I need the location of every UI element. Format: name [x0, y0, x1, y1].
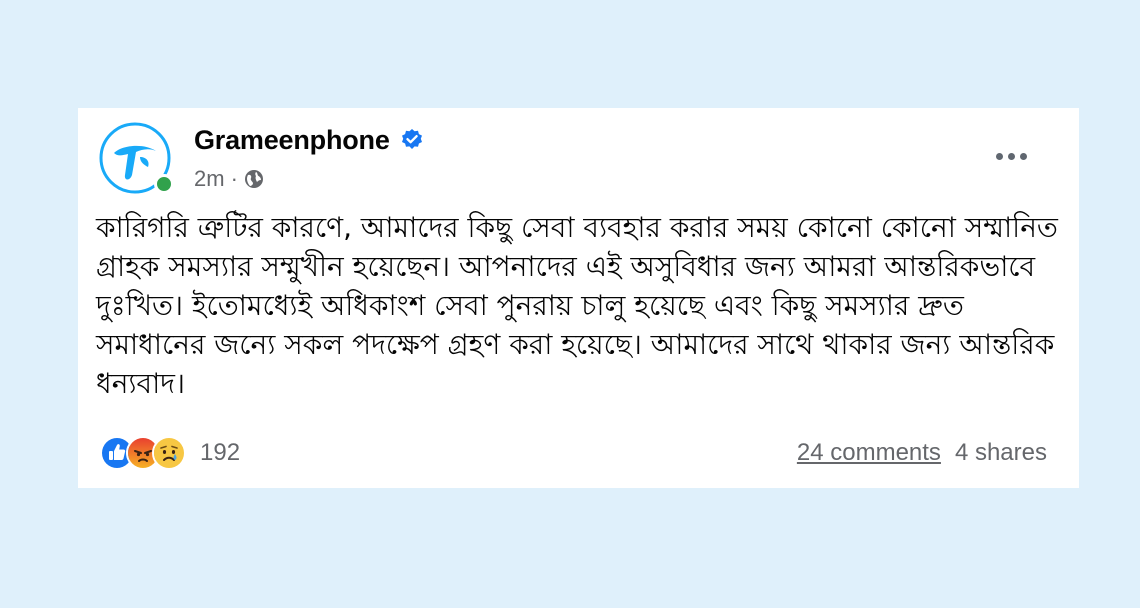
online-status-dot: [154, 174, 174, 194]
post-header: Grameenphone: [194, 122, 424, 158]
post-meta: 2m ·: [194, 164, 264, 194]
post-body-text: কারিগরি ত্রুটির কারণে, আমাদের কিছু সেবা …: [96, 211, 1058, 400]
shares-count-link[interactable]: 4 shares: [955, 439, 1047, 467]
meta-separator: ·: [230, 166, 238, 191]
page-name-link[interactable]: Grameenphone: [194, 125, 390, 156]
post-timestamp[interactable]: 2m: [194, 166, 225, 192]
more-dot: [995, 152, 1003, 160]
sad-reaction-icon: [152, 436, 186, 470]
comments-count-link[interactable]: 24 comments: [797, 439, 941, 467]
more-dot: [1007, 152, 1015, 160]
verified-badge-icon: [400, 128, 424, 152]
reaction-count: 192: [200, 439, 241, 466]
engagement-summary: 24 comments 4 shares: [797, 434, 1047, 472]
reactions-summary[interactable]: 192: [100, 434, 240, 472]
post-card: Grameenphone 2m · কারিগরি ত্রুটির কারণে,…: [78, 108, 1079, 488]
globe-icon: [244, 169, 264, 189]
more-dot: [1019, 152, 1027, 160]
more-options-icon[interactable]: [983, 136, 1039, 176]
